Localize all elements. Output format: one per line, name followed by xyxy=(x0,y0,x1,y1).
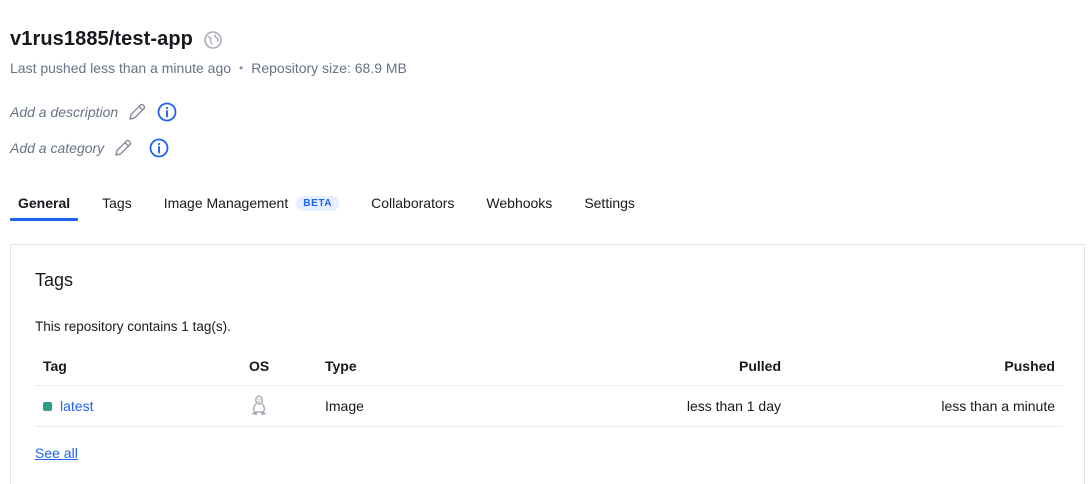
see-all-link[interactable]: See all xyxy=(35,445,78,461)
tab-settings[interactable]: Settings xyxy=(576,191,643,221)
repo-title: v1rus1885/test-app xyxy=(10,28,194,50)
tab-general[interactable]: General xyxy=(10,191,79,221)
column-header-pushed: Pushed xyxy=(789,347,1063,386)
tab-collaborators[interactable]: Collaborators xyxy=(363,191,462,221)
description-row: Add a description xyxy=(10,101,178,123)
type-cell: Image xyxy=(317,385,453,427)
tab-webhooks[interactable]: Webhooks xyxy=(478,191,560,221)
column-header-type: Type xyxy=(317,347,453,386)
repo-header: v1rus1885/test-app Last pushed less than… xyxy=(10,28,407,76)
category-row: Add a category xyxy=(10,137,170,159)
tags-card: Tags This repository contains 1 tag(s). … xyxy=(10,244,1085,484)
tab-label: General xyxy=(18,195,71,211)
title-row: v1rus1885/test-app xyxy=(10,28,407,51)
tab-label: Tags xyxy=(102,195,132,211)
tag-status-indicator xyxy=(43,401,52,411)
meta-separator: • xyxy=(239,61,244,75)
tab-tags[interactable]: Tags xyxy=(94,191,140,221)
tag-link[interactable]: latest xyxy=(60,398,93,414)
add-description-text[interactable]: Add a description xyxy=(10,104,118,120)
last-pushed-text: Last pushed less than a minute ago xyxy=(10,60,232,76)
column-header-pulled: Pulled xyxy=(453,347,789,386)
info-icon[interactable] xyxy=(148,137,170,159)
tab-label: Collaborators xyxy=(371,195,455,211)
tags-table: Tag OS Type Pulled Pushed latest Image l… xyxy=(35,347,1063,427)
info-icon[interactable] xyxy=(156,101,178,123)
tags-card-title: Tags xyxy=(35,270,74,290)
column-header-os: OS xyxy=(241,347,317,386)
pencil-icon[interactable] xyxy=(126,101,148,123)
public-globe-icon xyxy=(203,30,223,50)
table-header-row: Tag OS Type Pulled Pushed xyxy=(35,347,1063,386)
column-header-tag: Tag xyxy=(35,347,241,386)
pencil-icon[interactable] xyxy=(112,137,134,159)
tab-label: Settings xyxy=(584,195,635,211)
tab-label: Webhooks xyxy=(486,195,553,211)
tag-cell: latest xyxy=(35,385,241,427)
repo-size-text: Repository size: 68.9 MB xyxy=(251,60,407,76)
tab-image-management[interactable]: Image Management BETA xyxy=(156,191,347,221)
pushed-cell: less than a minute xyxy=(789,385,1063,427)
pulled-cell: less than 1 day xyxy=(453,385,789,427)
table-row: latest Image less than 1 day less than a… xyxy=(35,385,1063,427)
linux-icon xyxy=(249,394,269,416)
repo-meta: Last pushed less than a minute ago • Rep… xyxy=(10,60,407,76)
tags-summary: This repository contains 1 tag(s). xyxy=(35,319,231,334)
add-category-text[interactable]: Add a category xyxy=(10,140,104,156)
repo-tabs: General Tags Image Management BETA Colla… xyxy=(10,191,659,221)
tab-label: Image Management xyxy=(163,195,289,211)
beta-badge: BETA xyxy=(296,195,340,211)
os-cell xyxy=(241,385,317,427)
repository-page: v1rus1885/test-app Last pushed less than… xyxy=(0,0,1092,484)
